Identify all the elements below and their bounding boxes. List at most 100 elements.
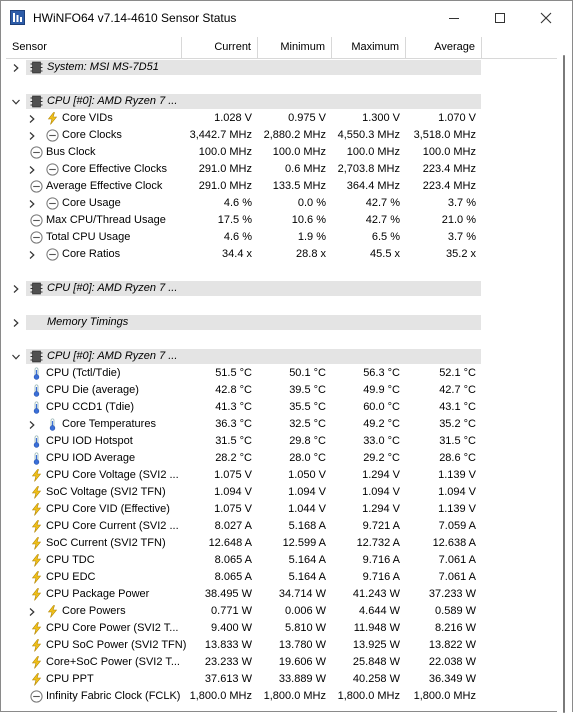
sensor-label: CPU Die (average) [46, 384, 139, 396]
sensor-row[interactable]: CPU IOD Hotspot 31.5 °C 29.8 °C 33.0 °C 31.5… [6, 433, 557, 450]
minimum-value: 12.599 A [282, 537, 326, 549]
maximum-value: 29.2 °C [363, 452, 400, 464]
sensor-row[interactable]: Core+SoC Power (SVI2 T... 23.233 W 19.606 … [6, 654, 557, 671]
chevron-right-icon[interactable] [26, 127, 38, 144]
sensor-row[interactable]: CPU SoC Power (SVI2 TFN) 13.833 W 13.780 W… [6, 637, 557, 654]
clock-icon [46, 163, 59, 176]
group-label: CPU [#0]: AMD Ryzen 7 ... [47, 350, 178, 362]
sensor-row[interactable]: SoC Current (SVI2 TFN) 12.648 A 12.599 A 12… [6, 535, 557, 552]
minimum-value: 1.9 % [297, 231, 326, 243]
current-value: 1.028 V [214, 112, 252, 124]
sensor-row[interactable]: Infinity Fabric Clock (FCLK) 1,800.0 MHz 1… [6, 688, 557, 705]
minimum-value: 5.810 W [285, 622, 326, 634]
sensor-row[interactable]: CPU TDC 8.065 A 5.164 A 9.716 A 7.061 A [6, 552, 557, 569]
sensor-row[interactable]: CPU PPT 37.613 W 33.889 W 40.258 W 36.349 W [6, 671, 557, 688]
minimum-value: 28.0 °C [289, 452, 326, 464]
clock-icon [30, 214, 43, 227]
sensor-row[interactable]: Bus Clock 100.0 MHz 100.0 MHz 100.0 MHz 100.… [6, 144, 557, 161]
average-value: 3,518.0 MHz [413, 129, 476, 141]
spacer-row [6, 76, 557, 93]
minimum-value: 29.8 °C [289, 435, 326, 447]
column-maximum[interactable]: Maximum [332, 37, 406, 58]
vertical-scrollbar[interactable] [557, 37, 572, 713]
chevron-right-icon[interactable] [10, 59, 22, 76]
column-sensor[interactable]: Sensor [6, 37, 182, 58]
chevron-right-icon[interactable] [26, 195, 38, 212]
sensor-row[interactable]: Average Effective Clock 291.0 MHz 133.5 MH… [6, 178, 557, 195]
average-value: 7.059 A [438, 520, 476, 532]
chevron-down-icon[interactable] [10, 348, 22, 365]
sensor-status-window: HWiNFO64 v7.14-4610 Sensor Status Sensor… [0, 0, 573, 713]
average-value: 3.7 % [447, 197, 476, 209]
maximize-button[interactable] [477, 1, 523, 34]
voltage-bolt-icon [30, 520, 43, 533]
sensor-label: CPU Core VID (Effective) [46, 503, 170, 515]
current-value: 23.233 W [204, 656, 252, 668]
sensor-row[interactable]: CPU Core Current (SVI2 ... 8.027 A 5.168 A… [6, 518, 557, 535]
column-minimum[interactable]: Minimum [258, 37, 332, 58]
sensor-row[interactable]: CPU Package Power 38.495 W 34.714 W 41.243 … [6, 586, 557, 603]
average-value: 43.1 °C [439, 401, 476, 413]
sensor-label: Max CPU/Thread Usage [46, 214, 166, 226]
minimum-value: 28.8 x [296, 248, 326, 260]
sensor-row[interactable]: Core VIDs 1.028 V 0.975 V 1.300 V 1.070 V [6, 110, 557, 127]
sensor-row[interactable]: CPU CCD1 (Tdie) 41.3 °C 35.5 °C 60.0 °C 43.1… [6, 399, 557, 416]
average-value: 0.589 W [435, 605, 476, 617]
sensor-row[interactable]: SoC Voltage (SVI2 TFN) 1.094 V 1.094 V 1.09… [6, 484, 557, 501]
sensor-row[interactable]: Max CPU/Thread Usage 17.5 % 10.6 % 42.7 % 21… [6, 212, 557, 229]
sensor-row[interactable]: Core Ratios 34.4 x 28.8 x 45.5 x 35.2 x [6, 246, 557, 263]
sensor-group-row[interactable]: System: MSI MS-7D51 [6, 59, 557, 76]
clock-icon [30, 180, 43, 193]
sensor-row[interactable]: CPU Die (average) 42.8 °C 39.5 °C 49.9 °C 42… [6, 382, 557, 399]
sensor-row[interactable]: CPU Core Voltage (SVI2 ... 1.075 V 1.050 V… [6, 467, 557, 484]
chevron-right-icon[interactable] [26, 416, 38, 433]
thermometer-icon [30, 401, 43, 414]
average-value: 21.0 % [441, 214, 476, 226]
sensor-row[interactable]: CPU IOD Average 28.2 °C 28.0 °C 29.2 °C 28.6… [6, 450, 557, 467]
sensor-group-row[interactable]: Memory Timings [6, 314, 557, 331]
minimum-value: 2,880.2 MHz [263, 129, 326, 141]
voltage-bolt-icon [30, 639, 43, 652]
sensor-row[interactable]: Total CPU Usage 4.6 % 1.9 % 6.5 % 3.7 % [6, 229, 557, 246]
sensor-label: Core Ratios [62, 248, 121, 260]
chevron-right-icon[interactable] [26, 603, 38, 620]
maximum-value: 12.732 A [356, 537, 400, 549]
chevron-down-icon[interactable] [10, 93, 22, 110]
sensor-rows: System: MSI MS-7D51 CPU [#0]: AMD Ryzen 7… [6, 59, 557, 705]
chevron-right-icon[interactable] [26, 110, 38, 127]
chip-icon [30, 95, 43, 108]
chevron-right-icon[interactable] [26, 246, 38, 263]
sensor-label: Core+SoC Power (SVI2 T... [46, 656, 180, 668]
chevron-right-icon[interactable] [10, 314, 22, 331]
average-value: 35.2 °C [439, 418, 476, 430]
column-average[interactable]: Average [406, 37, 482, 58]
scrollbar-thumb[interactable] [563, 55, 565, 713]
chevron-right-icon[interactable] [10, 280, 22, 297]
sensor-grid[interactable]: Sensor Current Minimum Maximum Average S… [6, 37, 557, 713]
voltage-bolt-icon [30, 537, 43, 550]
sensor-row[interactable]: Core Temperatures 36.3 °C 32.5 °C 49.2 °C 35… [6, 416, 557, 433]
sensor-row[interactable]: CPU (Tctl/Tdie) 51.5 °C 50.1 °C 56.3 °C 52.1… [6, 365, 557, 382]
sensor-row[interactable]: CPU Core VID (Effective) 1.075 V 1.044 V 1.… [6, 501, 557, 518]
sensor-label: CPU IOD Hotspot [46, 435, 133, 447]
sensor-group-row[interactable]: CPU [#0]: AMD Ryzen 7 ... [6, 93, 557, 110]
current-value: 1,800.0 MHz [189, 690, 252, 702]
sensor-row[interactable]: CPU EDC 8.065 A 5.164 A 9.716 A 7.061 A [6, 569, 557, 586]
minimize-button[interactable] [431, 1, 477, 34]
group-label: System: MSI MS-7D51 [47, 61, 159, 73]
column-current[interactable]: Current [182, 37, 258, 58]
sensor-row[interactable]: Core Clocks 3,442.7 MHz 2,880.2 MHz 4,550.3… [6, 127, 557, 144]
sensor-row[interactable]: CPU Core Power (SVI2 T... 9.400 W 5.810 W 1… [6, 620, 557, 637]
chevron-right-icon[interactable] [26, 161, 38, 178]
sensor-row[interactable]: Core Powers 0.771 W 0.006 W 4.644 W 0.589 W [6, 603, 557, 620]
title-bar[interactable]: HWiNFO64 v7.14-4610 Sensor Status [1, 1, 572, 34]
close-button[interactable] [523, 1, 569, 34]
maximum-value: 33.0 °C [363, 435, 400, 447]
sensor-group-row[interactable]: CPU [#0]: AMD Ryzen 7 ... [6, 280, 557, 297]
sensor-group-row[interactable]: CPU [#0]: AMD Ryzen 7 ... [6, 348, 557, 365]
sensor-label: Average Effective Clock [46, 180, 163, 192]
current-value: 8.065 A [214, 554, 252, 566]
sensor-row[interactable]: Core Usage 4.6 % 0.0 % 42.7 % 3.7 % [6, 195, 557, 212]
sensor-row[interactable]: Core Effective Clocks 291.0 MHz 0.6 MHz 2,7… [6, 161, 557, 178]
current-value: 291.0 MHz [198, 180, 252, 192]
